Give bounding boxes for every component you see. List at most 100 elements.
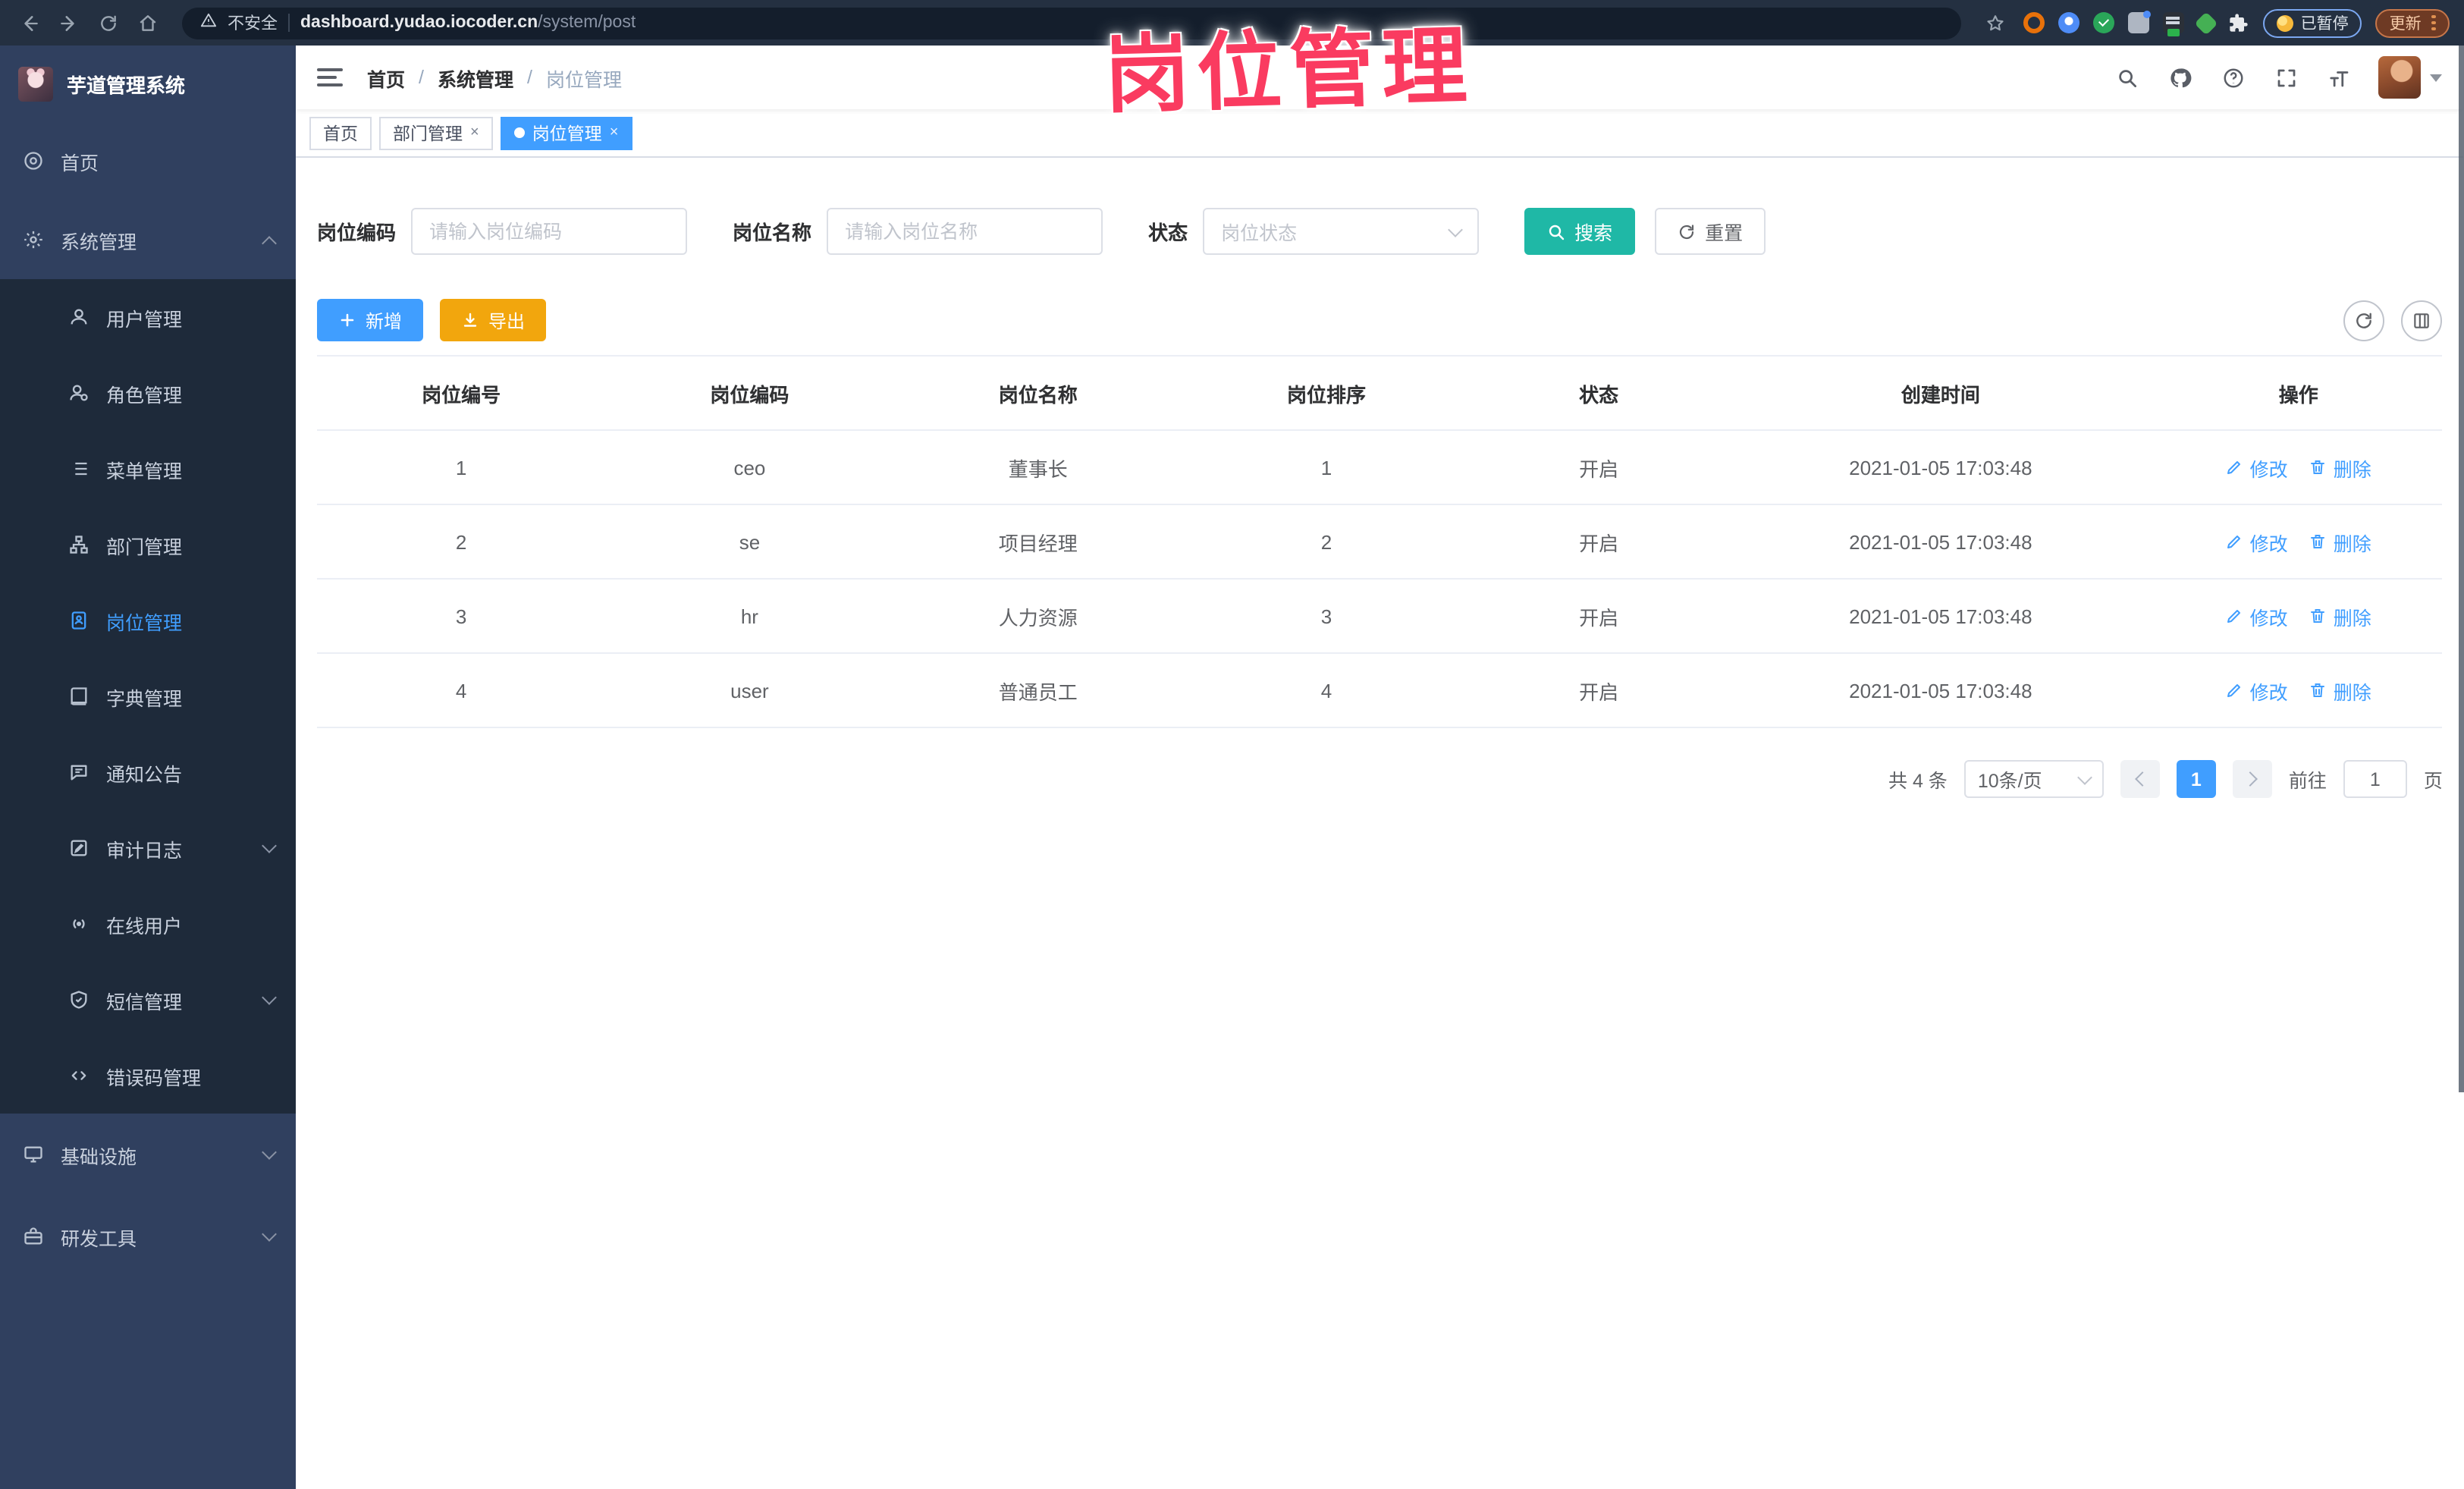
sidebar-item-home[interactable]: 首页 — [0, 121, 296, 200]
edit-link[interactable]: 修改 — [2226, 676, 2288, 705]
home-icon[interactable] — [133, 9, 161, 36]
col-post-name: 岗位名称 — [893, 356, 1182, 431]
sidebar-item-dict-mgmt[interactable]: 字典管理 — [0, 658, 296, 734]
edit-link[interactable]: 修改 — [2226, 527, 2288, 556]
cell-actions: 修改 删除 — [2154, 579, 2443, 654]
post-code-input[interactable] — [411, 208, 688, 255]
github-icon[interactable] — [2167, 64, 2194, 91]
fullscreen-icon[interactable] — [2273, 64, 2300, 91]
sidebar-item-online-users[interactable]: 在线用户 — [0, 886, 296, 962]
security-label: 不安全 — [228, 15, 278, 33]
tab-home[interactable]: 首页 — [309, 116, 372, 149]
cell-post-name: 普通员工 — [893, 653, 1182, 728]
hamburger-icon[interactable] — [317, 68, 343, 87]
cell-post-id: 3 — [317, 579, 606, 654]
col-actions: 操作 — [2154, 356, 2443, 431]
bookmark-star-icon[interactable] — [1982, 9, 2010, 36]
col-post-sort: 岗位排序 — [1182, 356, 1471, 431]
status-select[interactable]: 岗位状态 — [1203, 208, 1480, 255]
extension-pin-icon[interactable] — [2058, 12, 2079, 33]
export-button[interactable]: 导出 — [440, 299, 547, 341]
table-row: 1 ceo 董事长 1 开启 2021-01-05 17:03:48 修改 删除 — [317, 430, 2443, 505]
reload-icon[interactable] — [94, 9, 121, 36]
app-logo-row[interactable]: 芋道管理系统 — [0, 46, 296, 121]
app-window: 芋道管理系统 首页 系统管理 用户管理 角色管理 菜单管理 部门管理 岗位管理 … — [0, 46, 2464, 1489]
browser-update-button[interactable]: 更新 — [2375, 8, 2449, 37]
col-status: 状态 — [1471, 356, 1728, 431]
extension-leaf-icon[interactable] — [2194, 11, 2218, 36]
delete-label: 删除 — [2333, 608, 2371, 629]
breadcrumb-system[interactable]: 系统管理 — [438, 63, 513, 92]
refresh-button[interactable] — [2343, 300, 2385, 341]
breadcrumb-current: 岗位管理 — [546, 69, 623, 90]
delete-link[interactable]: 删除 — [2309, 676, 2371, 705]
sidebar-group-sms-mgmt[interactable]: 短信管理 — [0, 962, 296, 1038]
avatar — [2378, 56, 2422, 99]
back-icon[interactable] — [15, 9, 42, 36]
search-icon[interactable] — [2114, 64, 2141, 91]
sidebar-group-infrastructure[interactable]: 基础设施 — [0, 1114, 296, 1195]
sidebar-item-user-mgmt[interactable]: 用户管理 — [0, 279, 296, 355]
sidebar-item-menu-mgmt[interactable]: 菜单管理 — [0, 431, 296, 507]
edit-link[interactable]: 修改 — [2226, 453, 2288, 482]
page-content: 岗位编码 岗位名称 状态 岗位状态 搜索 — [296, 158, 2464, 1489]
sidebar-item-label: 在线用户 — [106, 916, 183, 937]
delete-link[interactable]: 删除 — [2309, 527, 2371, 556]
page-number-1[interactable]: 1 — [2176, 760, 2216, 798]
cell-post-id: 1 — [317, 430, 606, 505]
goto-page-input[interactable] — [2343, 760, 2407, 798]
sidebar-item-role-mgmt[interactable]: 角色管理 — [0, 355, 296, 431]
edit-link[interactable]: 修改 — [2226, 602, 2288, 630]
page-scrollbar[interactable] — [2459, 46, 2464, 1092]
sidebar-group-system[interactable]: 系统管理 — [0, 200, 296, 279]
prev-page-button[interactable] — [2120, 760, 2160, 798]
search-button[interactable]: 搜索 — [1524, 208, 1636, 255]
help-icon[interactable] — [2220, 64, 2247, 91]
cell-create-time: 2021-01-05 17:03:48 — [1727, 504, 2155, 580]
sidebar-item-post-mgmt[interactable]: 岗位管理 — [0, 583, 296, 658]
sidebar-group-devtools[interactable]: 研发工具 — [0, 1195, 296, 1277]
extension-ring-icon[interactable] — [2023, 12, 2045, 33]
cell-post-code: ceo — [605, 430, 894, 505]
browser-extensions-area: 已暂停 更新 — [1982, 8, 2449, 37]
delete-link[interactable]: 删除 — [2309, 602, 2371, 630]
emoji-face-icon — [2276, 14, 2293, 31]
address-bar[interactable]: 不安全 dashboard.yudao.iocoder.cn/system/po… — [182, 7, 1961, 39]
app-title: 芋道管理系统 — [67, 74, 186, 96]
extension-check-icon[interactable] — [2092, 12, 2114, 33]
search-button-label: 搜索 — [1574, 223, 1613, 244]
column-settings-button[interactable] — [2401, 300, 2443, 341]
browser-menu-icon[interactable] — [2431, 15, 2435, 30]
extensions-puzzle-icon[interactable] — [2228, 12, 2249, 33]
online-signal-icon — [67, 913, 89, 935]
sidebar-item-notice[interactable]: 通知公告 — [0, 734, 296, 810]
cell-post-id: 2 — [317, 504, 606, 580]
tab-post-mgmt[interactable]: 岗位管理 × — [500, 116, 632, 149]
close-icon[interactable]: × — [470, 124, 479, 140]
cell-status: 开启 — [1471, 504, 1728, 580]
sidebar: 芋道管理系统 首页 系统管理 用户管理 角色管理 菜单管理 部门管理 岗位管理 … — [0, 46, 296, 1489]
next-page-button[interactable] — [2232, 760, 2272, 798]
user-menu[interactable] — [2378, 56, 2443, 99]
chevron-down-icon — [262, 1145, 277, 1160]
sidebar-item-dept-mgmt[interactable]: 部门管理 — [0, 507, 296, 583]
paused-chip[interactable]: 已暂停 — [2262, 8, 2362, 37]
add-button[interactable]: 新增 — [317, 299, 424, 341]
sidebar-group-audit-log[interactable]: 审计日志 — [0, 810, 296, 886]
sidebar-item-error-code[interactable]: 错误码管理 — [0, 1038, 296, 1114]
forward-icon[interactable] — [55, 9, 82, 36]
delete-link[interactable]: 删除 — [2309, 453, 2371, 482]
tab-dept-mgmt[interactable]: 部门管理 × — [379, 116, 493, 149]
page-size-select[interactable]: 10条/页 — [1963, 760, 2104, 798]
close-icon[interactable]: × — [610, 124, 619, 140]
screen: 不安全 dashboard.yudao.iocoder.cn/system/po… — [0, 0, 2464, 1489]
top-navbar: 首页 / 系统管理 / 岗位管理 — [296, 46, 2464, 109]
post-name-input[interactable] — [827, 208, 1103, 255]
extension-keys-icon[interactable] — [2127, 11, 2151, 33]
browser-toolbar: 不安全 dashboard.yudao.iocoder.cn/system/po… — [0, 0, 2464, 46]
reset-button[interactable]: 重置 — [1655, 208, 1766, 255]
breadcrumb-home[interactable]: 首页 — [367, 63, 405, 92]
tab-label: 岗位管理 — [532, 125, 602, 143]
extension-console-icon[interactable] — [2162, 12, 2184, 36]
font-size-icon[interactable] — [2326, 64, 2353, 91]
